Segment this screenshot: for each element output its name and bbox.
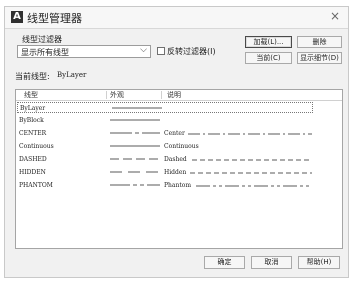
window-title: 线型管理器 [27,12,82,25]
linetype-appearance-continuous [112,107,162,109]
list-row-byblock[interactable]: ByBlock [16,115,342,126]
linetype-name: DASHED [19,156,47,163]
linetype-description: Hidden [164,169,187,176]
list-row-phantom[interactable]: PHANTOM Phantom [16,180,342,191]
linetype-name: HIDDEN [19,169,46,176]
filter-dropdown[interactable]: 显示所有线型 ⌵ [17,45,151,58]
column-header-appearance[interactable]: 外观 [110,90,124,100]
linetype-name: Continuous [19,143,54,150]
linetype-name: CENTER [19,130,47,137]
cancel-button[interactable]: 取消 [251,256,292,269]
linetype-appearance-continuous [110,145,160,147]
linetype-appearance-phantom [110,184,160,186]
filter-label: 线型过滤器 [22,35,62,44]
description-pattern-hidden [190,172,312,174]
invert-filter-checkbox[interactable] [157,47,165,55]
linetype-appearance-hidden [110,171,160,173]
current-linetype-label: 当前线型: [15,72,50,81]
linetype-appearance-continuous [110,119,160,121]
help-button[interactable]: 帮助(H) [298,256,340,269]
linetype-name: PHANTOM [19,182,53,189]
close-button[interactable]: × [328,9,342,24]
current-linetype-value: ByLayer [57,71,87,79]
list-row-continuous[interactable]: Continuous Continuous [16,141,342,152]
column-header-description[interactable]: 说明 [167,90,181,100]
description-pattern-dashed [192,159,312,161]
current-button[interactable]: 当前(C) [245,52,292,64]
list-row-center[interactable]: CENTER Center [16,128,342,139]
show-details-button[interactable]: 显示细节(D) [297,52,342,64]
description-pattern-phantom [196,185,312,187]
list-row-dashed[interactable]: DASHED Dashed [16,154,342,165]
filter-selected-value: 显示所有线型 [21,48,69,57]
delete-button[interactable]: 删除 [297,36,342,48]
linetype-name: ByLayer [20,105,46,112]
autocad-logo-icon: A [11,11,23,23]
column-divider[interactable] [161,91,162,99]
title-bar[interactable]: A 线型管理器 × [5,7,348,29]
ok-button[interactable]: 确定 [204,256,245,269]
column-divider[interactable] [106,91,107,99]
column-header-linetype[interactable]: 线型 [24,90,38,100]
linetype-description: Phantom [164,182,192,189]
linetype-list[interactable]: 线型 外观 说明 ByLayer ByBlock CENTER Center C… [15,89,343,249]
linetype-description: Continuous [164,143,199,150]
linetype-description: Center [164,130,185,137]
list-header: 线型 外观 说明 [16,90,342,101]
linetype-appearance-dashed [110,158,160,160]
chevron-down-icon[interactable]: ⌵ [140,45,147,55]
linetype-description: Dashed [164,156,187,163]
linetype-manager-dialog: A 线型管理器 × 线型过滤器 显示所有线型 ⌵ 反转过滤器(I) 加载(L).… [4,6,349,278]
list-row-hidden[interactable]: HIDDEN Hidden [16,167,342,178]
load-button[interactable]: 加载(L)... [245,36,292,48]
list-row-bylayer[interactable]: ByLayer [17,102,313,113]
linetype-appearance-center [110,132,160,134]
linetype-name: ByBlock [19,117,44,124]
invert-filter-label[interactable]: 反转过滤器(I) [167,46,216,57]
description-pattern-center [188,133,312,135]
